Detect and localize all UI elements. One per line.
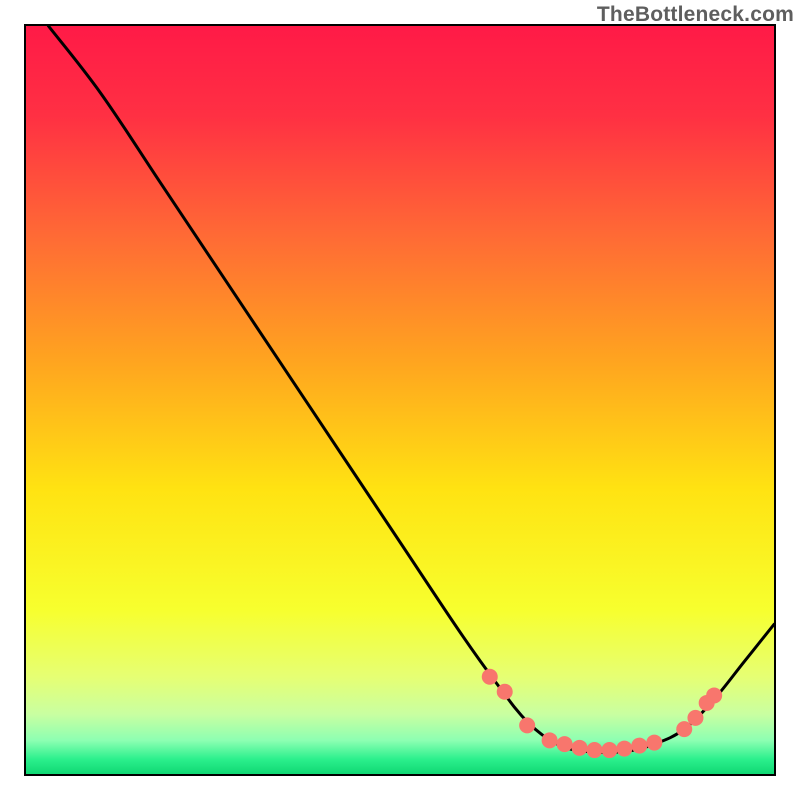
data-marker bbox=[646, 735, 662, 751]
data-marker bbox=[706, 687, 722, 703]
data-marker bbox=[631, 738, 647, 754]
data-marker bbox=[572, 740, 588, 756]
data-marker bbox=[557, 736, 573, 752]
data-marker bbox=[601, 742, 617, 758]
data-marker bbox=[586, 742, 602, 758]
data-marker bbox=[497, 684, 513, 700]
data-marker bbox=[482, 669, 498, 685]
chart-stage: TheBottleneck.com bbox=[0, 0, 800, 800]
data-marker bbox=[616, 741, 632, 757]
data-marker bbox=[687, 710, 703, 726]
plot-frame bbox=[24, 24, 776, 776]
plot-background bbox=[26, 26, 774, 774]
data-marker bbox=[519, 717, 535, 733]
plot-svg bbox=[26, 26, 774, 774]
data-marker bbox=[542, 732, 558, 748]
